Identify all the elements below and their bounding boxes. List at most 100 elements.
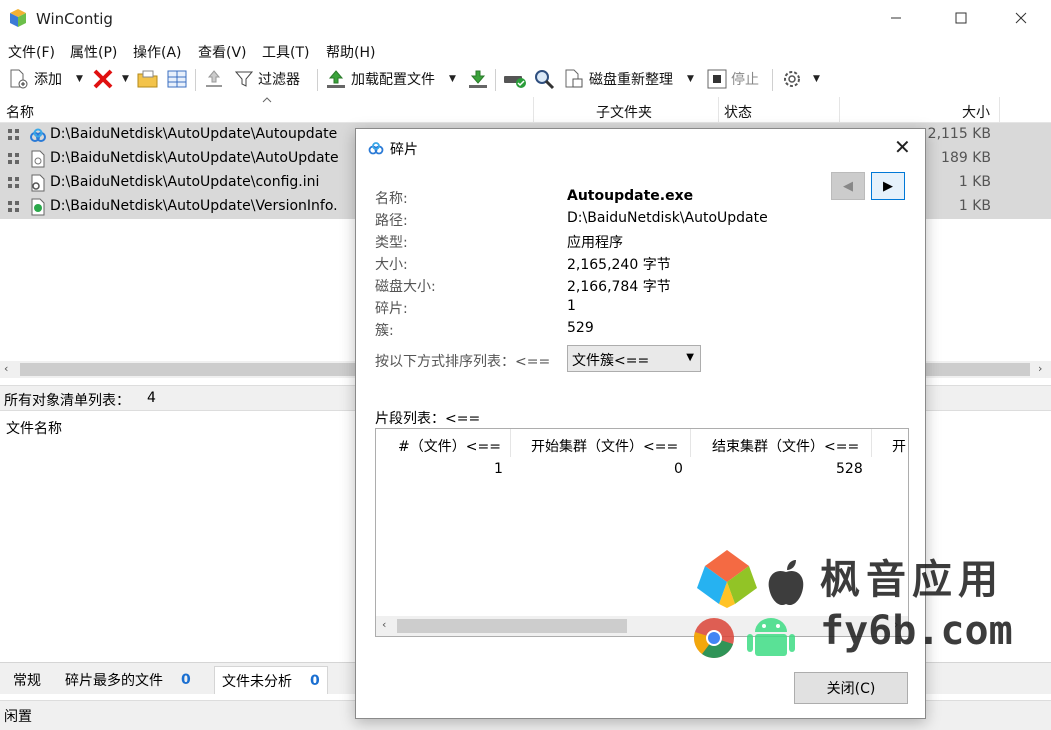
menu-actions[interactable]: 操作(A) [133,42,182,62]
upload-icon [206,70,222,87]
remove-button[interactable]: ▼ [92,66,129,92]
close-button[interactable]: 关闭(C) [794,672,908,704]
column-divider[interactable] [510,429,511,457]
menu-tools[interactable]: 工具(T) [262,42,309,62]
column-status[interactable]: 状态 [724,102,752,122]
toolbar-separator [195,69,196,91]
load-profile-label: 加载配置文件 [351,72,435,88]
save-profile-button[interactable] [467,66,489,92]
stop-label: 停止 [731,72,759,88]
fragment-cell: 528 [836,461,863,477]
fragment-column-header[interactable]: 结束集群（文件）<== [712,436,859,456]
info-disk-size-value: 2,166,784 字节 [567,279,671,295]
add-button[interactable]: 添加 ▼ [8,66,83,92]
previous-file-button[interactable]: ◀ [831,172,865,200]
scrollbar-thumb[interactable] [397,619,627,633]
layout-button[interactable] [166,66,188,92]
chevron-down-icon: ▼ [686,352,694,363]
search-button[interactable] [533,66,555,92]
dll-file-icon [31,150,45,168]
object-count-label: 所有对象清单列表： [4,393,130,409]
info-fragments-value: 1 [567,298,576,314]
settings-button[interactable]: ▼ [781,66,820,92]
scroll-right-icon[interactable]: › [1038,362,1042,375]
defrag-label: 磁盘重新整理 [589,72,673,88]
stop-button[interactable]: 停止 [707,66,759,92]
filter-icon [234,71,254,87]
download-green-icon [469,70,487,88]
info-label: 磁盘大小: [375,279,436,295]
next-file-button[interactable]: ▶ [871,172,905,200]
tab-general[interactable]: 常规 [6,666,48,694]
window-title: WinContig [36,10,113,28]
fragment-column-header[interactable]: 开 [892,436,906,456]
fragment-column-header[interactable]: 开始集群（文件）<== [531,436,678,456]
menu-bar: 文件(F) 属性(P) 操作(A) 查看(V) 工具(T) 帮助(H) [0,38,1051,64]
column-divider[interactable] [871,429,872,457]
filter-label: 过滤器 [258,72,300,88]
scroll-left-icon[interactable]: ‹ [382,618,386,631]
chevron-down-icon[interactable]: ▼ [687,74,694,84]
export-button[interactable] [203,66,225,92]
tab-not-analyzed[interactable]: 文件未分析 0 [214,666,328,694]
main-window: WinContig 文件(F) 属性(P) 操作(A) 查看(V) 工具(T) … [0,0,1051,730]
title-bar: WinContig [0,0,1051,38]
add-label: 添加 [34,72,62,88]
defrag-button[interactable]: 磁盘重新整理 ▼ [563,66,694,92]
column-divider[interactable] [839,97,840,123]
tab-label: 文件未分析 [222,673,292,690]
sort-select[interactable]: 文件簇<== ▼ [567,345,701,372]
watermark-url: fy6b.com [820,608,1013,654]
menu-properties[interactable]: 属性(P) [70,42,117,62]
chevron-down-icon[interactable]: ▼ [122,74,129,84]
minimize-icon[interactable] [873,0,919,36]
column-size[interactable]: 大小 [962,102,990,122]
close-button-label: 关闭(C) [826,681,876,697]
analyze-button[interactable] [503,66,527,92]
tab-label: 常规 [13,673,41,689]
scroll-left-icon[interactable]: ‹ [4,362,8,375]
info-clusters-value: 529 [567,320,594,336]
add-file-icon [10,69,28,89]
info-label: 簇: [375,323,394,339]
column-subfolder[interactable]: 子文件夹 [596,102,652,122]
sort-label: 按以下方式排序列表：<== [375,354,551,370]
folder-icon [137,70,158,88]
gear-icon [784,71,800,87]
row-file-name: D:\BaiduNetdisk\AutoUpdate\config.ini [50,174,320,190]
row-file-size: 1 KB [958,198,991,214]
row-file-name: D:\BaiduNetdisk\AutoUpdate\Autoupdate [50,126,338,142]
tab-most-fragmented[interactable]: 碎片最多的文件 0 [58,666,198,694]
filter-button[interactable]: 过滤器 [234,66,300,92]
fragment-list-table: #（文件）<== 开始集群（文件）<== 结束集群（文件）<== 开 1 0 5… [375,428,909,637]
column-divider[interactable] [999,97,1000,123]
close-icon[interactable] [998,0,1044,36]
column-name[interactable]: 名称 [6,102,34,122]
menu-file[interactable]: 文件(F) [8,42,55,62]
column-divider[interactable] [690,429,691,457]
fragment-column-header[interactable]: #（文件）<== [398,436,501,456]
toolbar-separator [317,69,318,91]
chevron-down-icon[interactable]: ▼ [76,74,83,84]
tab-count: 0 [181,672,191,688]
menu-help[interactable]: 帮助(H) [326,42,375,62]
info-size-value: 2,165,240 字节 [567,257,671,273]
chevron-down-icon[interactable]: ▼ [449,74,456,84]
load-profile-button[interactable]: 加载配置文件 ▼ [325,66,456,92]
column-divider[interactable] [718,97,719,123]
menu-view[interactable]: 查看(V) [198,42,247,62]
grid-view-icon [167,70,187,88]
chevron-down-icon[interactable]: ▼ [813,74,820,84]
column-divider[interactable] [533,97,534,123]
file-name-column-header[interactable]: 文件名称 [6,418,62,438]
open-folder-button[interactable] [137,66,159,92]
ini-file-icon [31,174,45,192]
maximize-icon[interactable] [938,0,984,36]
close-icon[interactable]: ✕ [894,135,911,159]
row-file-size: 2,115 KB [927,126,991,142]
fragment-dots-icon [8,153,19,164]
sort-selected-value: 文件簇<== [572,353,650,369]
info-label: 大小: [375,257,408,273]
baidu-cloud-icon [368,142,384,155]
info-label: 碎片: [375,301,408,317]
